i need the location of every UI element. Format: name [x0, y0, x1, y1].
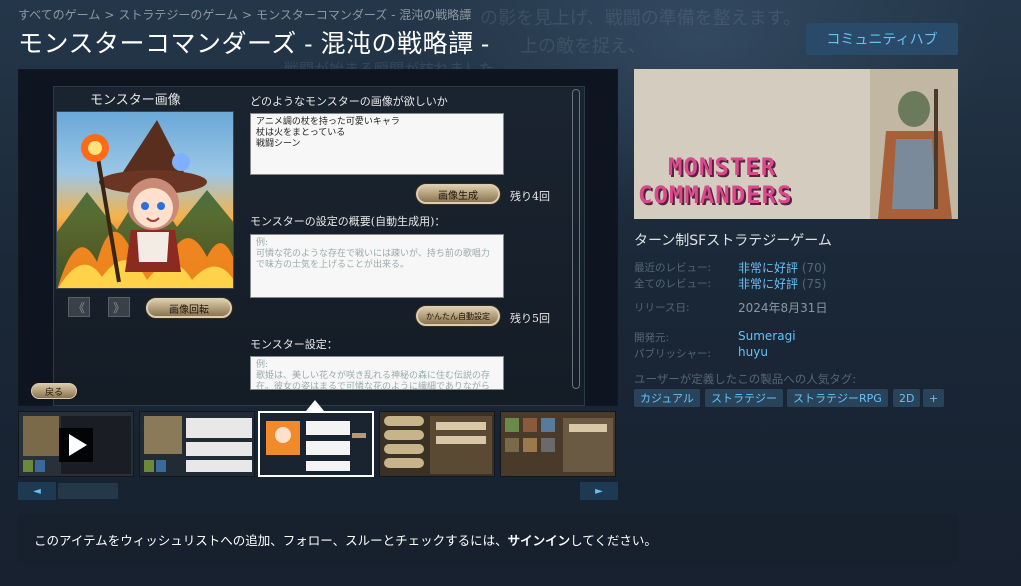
developer-label: 開発元:	[634, 332, 670, 344]
placeholder-line: 在。彼女の姿はまるで可憐な花のように繊細でありながら	[256, 382, 490, 390]
community-hub-button[interactable]: コミュニティハブ	[806, 23, 958, 55]
signin-text-before: このアイテムをウィッシュリストへの追加、フォロー、スルーとチェックするには、	[34, 532, 508, 548]
generate-remaining: 残り4回	[510, 190, 550, 203]
thumbnail-3-selected[interactable]	[258, 411, 374, 477]
thumb-art	[380, 412, 494, 476]
monster-portrait	[56, 111, 234, 289]
recent-reviews-value[interactable]: 非常に好評 (70)	[738, 259, 826, 276]
game-screenshot: モンスター画像 《 》 画像回転 どのようなモンスターの画像が欲しいか アニメ調…	[53, 86, 585, 406]
breadcrumb-all-games[interactable]: すべてのゲーム	[18, 8, 100, 22]
thumbnail-2[interactable]	[139, 411, 255, 477]
all-reviews-value[interactable]: 非常に好評 (75)	[738, 275, 826, 292]
tag-casual[interactable]: カジュアル	[634, 389, 700, 407]
q3-label: モンスター設定：	[250, 338, 338, 351]
all-reviews-count: (75)	[801, 277, 827, 291]
recent-reviews-count: (70)	[801, 261, 827, 275]
thumb-art	[501, 412, 615, 476]
thumbnail-video[interactable]	[18, 411, 134, 477]
generate-image-button[interactable]: 画像生成	[416, 184, 500, 204]
slider-right-button[interactable]: ►	[580, 482, 618, 500]
auto-remaining: 残り5回	[510, 312, 550, 325]
release-date-value: 2024年8月31日	[738, 301, 828, 315]
tag-strategy[interactable]: ストラテジー	[705, 389, 783, 407]
screenshot-viewer[interactable]: モンスター画像 《 》 画像回転 どのようなモンスターの画像が欲しいか アニメ調…	[18, 69, 618, 406]
tags-label: ユーザーが定義したこの製品への人気タグ:	[634, 372, 857, 386]
breadcrumb-sep: >	[242, 8, 253, 22]
thumbnail-strip	[18, 411, 618, 477]
next-image-button[interactable]: 》	[108, 297, 130, 317]
capsule-logo-line-1: MONSTER	[668, 153, 777, 181]
capsule-logo-line-2: COMMANDERS	[638, 181, 793, 209]
publisher-label: パブリッシャー:	[634, 348, 712, 360]
release-date-label: リリース日:	[634, 302, 690, 314]
prompt-line: 杖は火をまとっている	[256, 128, 346, 138]
thumbnail-slider[interactable]: ◄ ►	[18, 482, 618, 500]
breadcrumb: すべてのゲーム > ストラテジーのゲーム > モンスターコマンダーズ - 混沌の戦略譚	[18, 6, 471, 23]
placeholder-line: 例:	[256, 360, 269, 370]
tag-strategy-rpg[interactable]: ストラテジーRPG	[787, 389, 888, 407]
prev-image-button[interactable]: 《	[68, 297, 90, 317]
recent-reviews-label: 最近のレビュー:	[634, 262, 712, 274]
all-reviews-summary: 非常に好評	[738, 277, 799, 291]
developer-link[interactable]: Sumeragi	[738, 329, 796, 343]
prompt-line: アニメ調の杖を持った可愛いキャラ	[256, 117, 400, 127]
recent-reviews-summary: 非常に好評	[738, 261, 799, 275]
placeholder-line: で味方の士気を上げることが出来る。	[256, 260, 410, 270]
witch-illustration	[57, 120, 233, 288]
rotate-image-button[interactable]: 画像回転	[146, 298, 232, 318]
thumbnail-4[interactable]	[379, 411, 495, 477]
slider-left-button[interactable]: ◄	[18, 482, 56, 500]
background-text-2: 上の敵を捉え、	[520, 36, 646, 57]
monster-setting-input[interactable]: 例: 歌姫は、美しい花々が咲き乱れる神秘の森に住む伝説の存 在。彼女の姿はまるで…	[250, 356, 504, 390]
signin-link[interactable]: サインイン	[508, 530, 571, 549]
signin-banner: このアイテムをウィッシュリストへの追加、フォロー、スルーとチェックするには、 サイ…	[18, 514, 958, 564]
header-capsule-image: MONSTER COMMANDERS	[634, 69, 958, 219]
page-title: モンスターコマンダーズ - 混沌の戦略譚 -	[18, 30, 490, 58]
selected-thumb-indicator	[306, 400, 324, 411]
q1-label: どのようなモンスターの画像が欲しいか	[250, 95, 448, 108]
tag-2d[interactable]: 2D	[893, 389, 921, 407]
tag-more-button[interactable]: +	[923, 389, 945, 407]
publisher-link[interactable]: huyu	[738, 345, 768, 359]
monster-image-prompt[interactable]: アニメ調の杖を持った可愛いキャラ 杖は火をまとっている 戦闘シーン	[250, 113, 504, 175]
breadcrumb-game[interactable]: モンスターコマンダーズ - 混沌の戦略譚	[256, 8, 471, 22]
breadcrumb-strategy[interactable]: ストラテジーのゲーム	[118, 8, 238, 22]
monster-summary-input[interactable]: 例: 可憐な花のような存在で戦いには疎いが、持ち前の歌唱力 で味方の士気を上げる…	[250, 234, 504, 298]
short-description: ターン制SFストラテジーゲーム	[634, 233, 832, 249]
portrait-heading: モンスター画像	[90, 93, 181, 108]
slider-handle[interactable]	[58, 483, 118, 499]
q2-label: モンスターの設定の概要(自動生成用)：	[250, 215, 446, 228]
background-text-1: の影を見上げ、戦闘の準備を整えます。	[480, 8, 801, 29]
prompt-line: 戦闘シーン	[256, 139, 301, 149]
placeholder-line: 可憐な花のような存在で戦いには疎いが、持ち前の歌唱力	[256, 249, 490, 259]
thumb-art	[260, 413, 372, 475]
back-button[interactable]: 戻る	[31, 383, 77, 399]
placeholder-line: 例:	[256, 238, 269, 248]
thumbnail-5[interactable]	[500, 411, 616, 477]
signin-text-after: してください。	[570, 532, 657, 548]
auto-setup-button[interactable]: かんたん自動設定	[416, 306, 500, 326]
thumb-art	[19, 412, 133, 476]
game-scrollbar[interactable]	[572, 89, 580, 389]
placeholder-line: 歌姫は、美しい花々が咲き乱れる神秘の森に住む伝説の存	[256, 371, 491, 381]
breadcrumb-sep: >	[104, 8, 115, 22]
thumb-art	[140, 412, 254, 476]
all-reviews-label: 全てのレビュー:	[634, 278, 712, 290]
